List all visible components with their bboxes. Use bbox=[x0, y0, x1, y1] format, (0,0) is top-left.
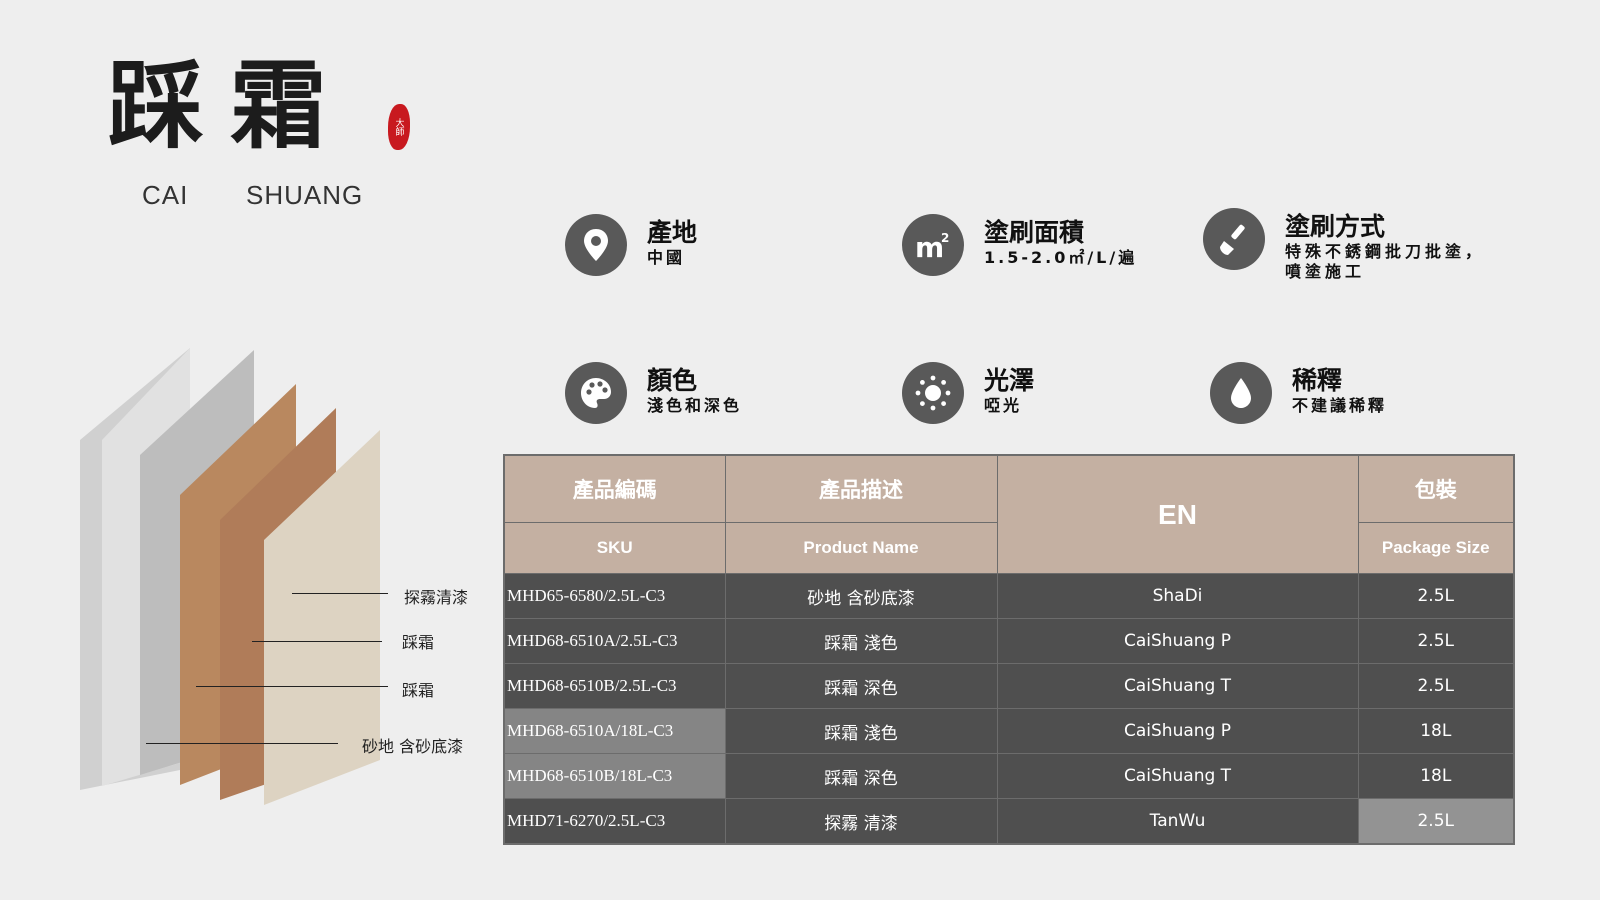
spec-gloss-value: 啞光 bbox=[984, 396, 1023, 415]
table-row: MHD65-6580/2.5L-C3 砂地 含砂底漆 ShaDi 2.5L bbox=[503, 573, 1515, 619]
leader-line-1 bbox=[292, 593, 388, 594]
cell-en: CaiShuang T bbox=[996, 663, 1359, 709]
brand-title: 踩霜 bbox=[108, 49, 352, 162]
table-row: MHD68-6510A/2.5L-C3 踩霜 淺色 CaiShuang P 2.… bbox=[503, 618, 1515, 664]
table-row: MHD68-6510A/18L-C3 踩霜 淺色 CaiShuang P 18L bbox=[503, 708, 1515, 754]
cell-sku: MHD68-6510B/2.5L-C3 bbox=[503, 663, 726, 709]
cell-name: 探霧 清漆 bbox=[724, 798, 998, 845]
cell-sku: MHD68-6510A/2.5L-C3 bbox=[503, 618, 726, 664]
location-pin-icon bbox=[565, 214, 627, 276]
sun-icon bbox=[902, 362, 964, 424]
spec-method-value: 特殊不銹鋼批刀批塗，噴塗施工 bbox=[1285, 242, 1486, 281]
square-meter-icon: m2 bbox=[902, 214, 964, 276]
spec-dilution-value: 不建議稀釋 bbox=[1292, 396, 1388, 415]
spec-coverage-title: 塗刷面積 bbox=[984, 218, 1085, 247]
cell-en: TanWu bbox=[996, 798, 1359, 845]
cell-name: 砂地 含砂底漆 bbox=[724, 573, 998, 619]
palette-icon bbox=[565, 362, 627, 424]
layer-label-caishuang-2: 踩霜 bbox=[402, 681, 435, 700]
spec-coverage-value: 1.5-2.0㎡/L/遍 bbox=[984, 248, 1138, 267]
cell-size: 2.5L bbox=[1357, 573, 1515, 619]
spec-color-title: 顏色 bbox=[647, 366, 698, 395]
header-name-en: Product Name bbox=[724, 522, 998, 574]
brand-roman-left: CAI bbox=[142, 180, 189, 210]
header-en: EN bbox=[996, 454, 1359, 574]
table-row: MHD68-6510B/2.5L-C3 踩霜 深色 CaiShuang T 2.… bbox=[503, 663, 1515, 709]
cell-name: 踩霜 淺色 bbox=[724, 708, 998, 754]
svg-text:2: 2 bbox=[941, 231, 949, 245]
cell-size: 2.5L bbox=[1357, 798, 1515, 845]
table-row: MHD68-6510B/18L-C3 踩霜 深色 CaiShuang T 18L bbox=[503, 753, 1515, 799]
cell-size: 18L bbox=[1357, 708, 1515, 754]
cell-name: 踩霜 淺色 bbox=[724, 618, 998, 664]
layer-panels-svg bbox=[80, 348, 380, 805]
svg-text:m: m bbox=[915, 231, 944, 261]
spec-gloss: 光澤 啞光 bbox=[902, 362, 1034, 424]
spec-coverage: m2 塗刷面積 1.5-2.0㎡/L/遍 bbox=[902, 214, 1137, 276]
layer-illustration bbox=[40, 320, 500, 840]
spec-dilution-title: 稀釋 bbox=[1292, 366, 1343, 395]
spec-origin-value: 中國 bbox=[647, 248, 686, 267]
cell-sku: MHD68-6510B/18L-C3 bbox=[503, 753, 726, 799]
cell-size: 18L bbox=[1357, 753, 1515, 799]
cell-en: CaiShuang T bbox=[996, 753, 1359, 799]
spec-origin: 產地 中國 bbox=[565, 214, 697, 276]
header-package-en: Package Size bbox=[1357, 522, 1515, 574]
header-package-zh: 包裝 bbox=[1357, 454, 1515, 523]
layer-label-clear-coat: 探霧清漆 bbox=[404, 588, 469, 607]
cell-sku: MHD68-6510A/18L-C3 bbox=[503, 708, 726, 754]
header-sku-zh: 產品編碼 bbox=[503, 454, 726, 523]
cell-size: 2.5L bbox=[1357, 663, 1515, 709]
leader-line-2 bbox=[252, 641, 382, 642]
cell-en: CaiShuang P bbox=[996, 618, 1359, 664]
brand-roman-right: SHUANG bbox=[246, 180, 364, 210]
spec-color: 顏色 淺色和深色 bbox=[565, 362, 742, 424]
cell-sku: MHD71-6270/2.5L-C3 bbox=[503, 798, 726, 845]
cell-name: 踩霜 深色 bbox=[724, 663, 998, 709]
seal-stamp: 大師 bbox=[388, 104, 410, 150]
header-sku-en: SKU bbox=[503, 522, 726, 574]
cell-sku: MHD65-6580/2.5L-C3 bbox=[503, 573, 726, 619]
layer-label-sand-primer: 砂地 含砂底漆 bbox=[362, 737, 464, 756]
spec-method-title: 塗刷方式 bbox=[1285, 212, 1386, 241]
spec-gloss-title: 光澤 bbox=[984, 366, 1035, 395]
spec-method: 塗刷方式 特殊不銹鋼批刀批塗，噴塗施工 bbox=[1203, 208, 1495, 282]
spec-dilution: 稀釋 不建議稀釋 bbox=[1210, 362, 1387, 424]
product-table: 產品編碼 產品描述 EN 包裝 SKU Product Name Package… bbox=[503, 454, 1515, 845]
leader-line-3 bbox=[196, 686, 388, 687]
leader-line-4 bbox=[146, 743, 338, 744]
layer-label-caishuang-1: 踩霜 bbox=[402, 633, 435, 652]
table-row: MHD71-6270/2.5L-C3 探霧 清漆 TanWu 2.5L bbox=[503, 798, 1515, 845]
spec-origin-title: 產地 bbox=[647, 218, 698, 247]
cell-en: CaiShuang P bbox=[996, 708, 1359, 754]
cell-en: ShaDi bbox=[996, 573, 1359, 619]
cell-name: 踩霜 深色 bbox=[724, 753, 998, 799]
cell-size: 2.5L bbox=[1357, 618, 1515, 664]
header-name-zh: 產品描述 bbox=[724, 454, 998, 523]
paint-brush-icon bbox=[1203, 208, 1265, 270]
spec-color-value: 淺色和深色 bbox=[647, 396, 743, 415]
water-drop-icon bbox=[1210, 362, 1272, 424]
